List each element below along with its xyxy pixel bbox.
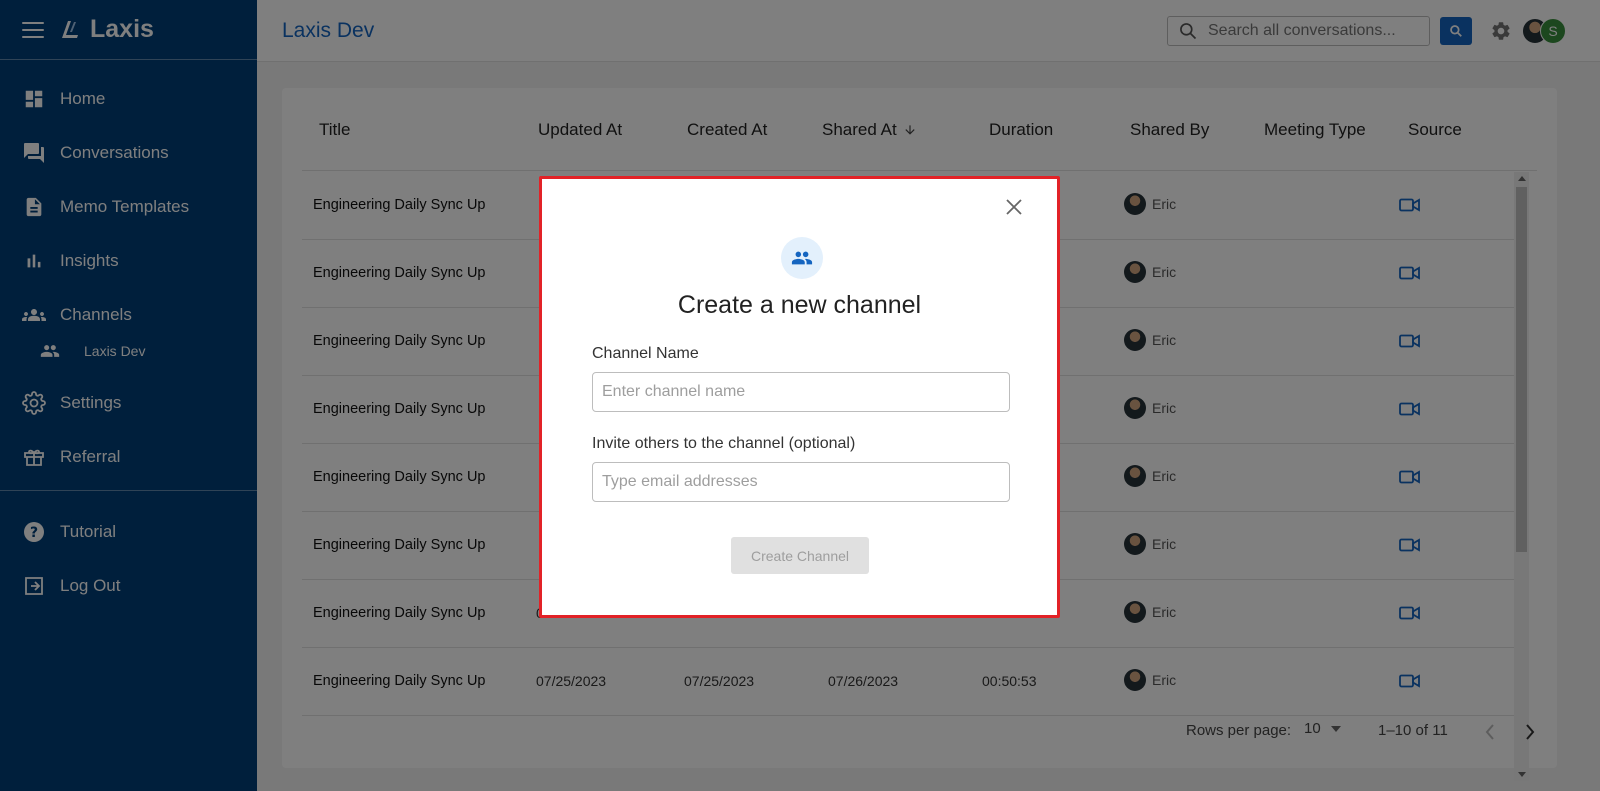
- close-icon[interactable]: [1005, 198, 1023, 216]
- create-channel-button[interactable]: Create Channel: [731, 537, 869, 574]
- channel-name-input[interactable]: [592, 372, 1010, 412]
- create-channel-modal: Create a new channel Channel Name Invite…: [539, 176, 1060, 618]
- invite-email-input[interactable]: [592, 462, 1010, 502]
- channel-icon-badge: [781, 237, 823, 279]
- invite-label: Invite others to the channel (optional): [592, 435, 856, 452]
- channel-name-label: Channel Name: [592, 345, 699, 362]
- modal-title: Create a new channel: [677, 291, 922, 319]
- people-icon: [791, 251, 813, 265]
